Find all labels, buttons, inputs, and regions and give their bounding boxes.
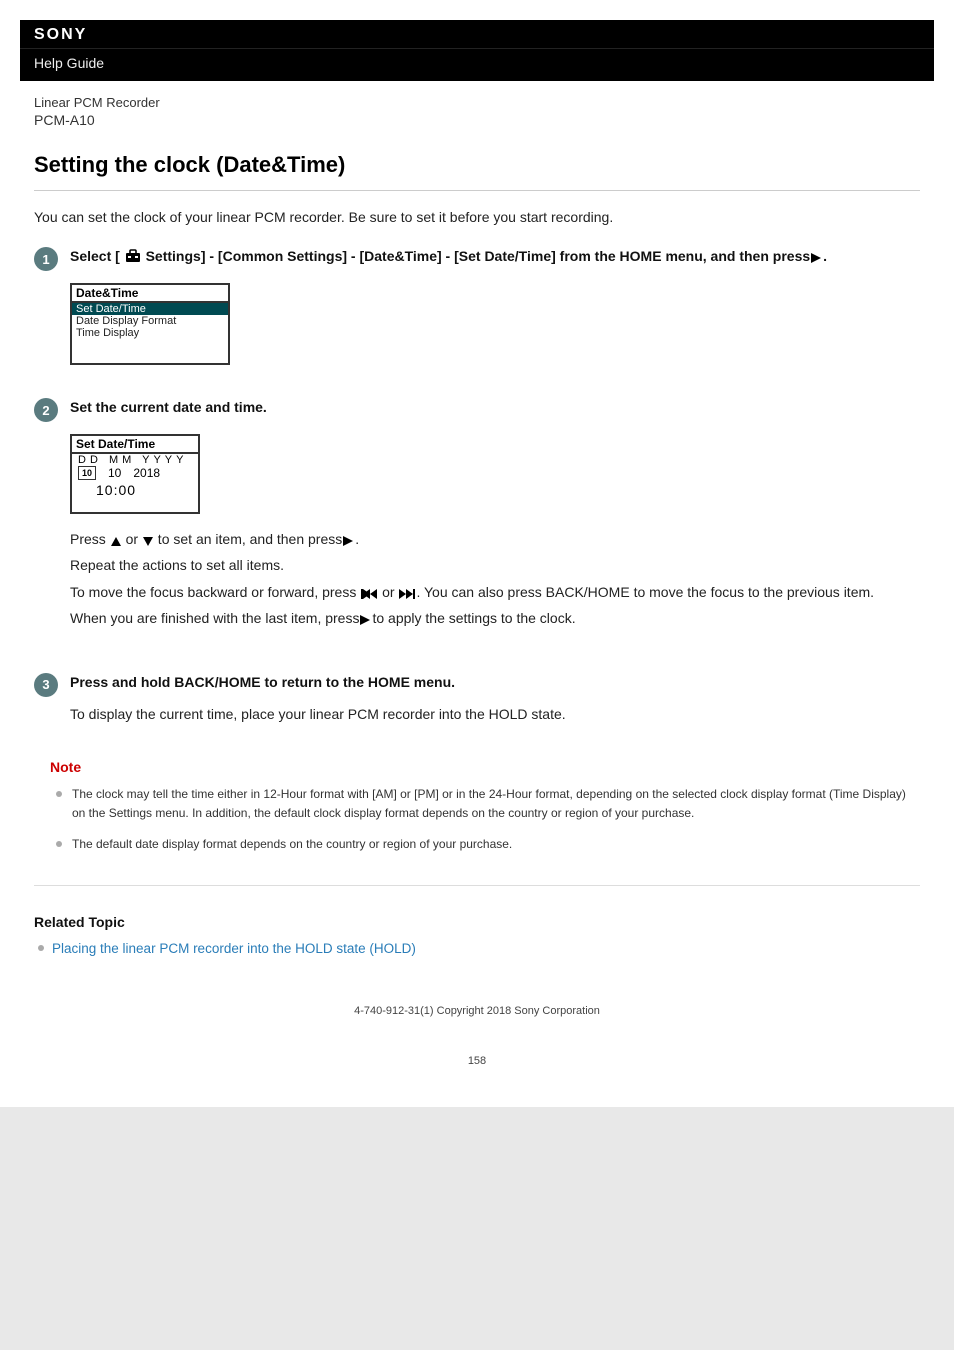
header-bar: SONY Help Guide	[20, 20, 934, 81]
lcd2-labels: DD MM YYYY	[72, 454, 198, 466]
step-2: 2 Set the current date and time. Set Dat…	[34, 397, 920, 634]
lcd2-dd: 10	[78, 466, 96, 480]
lcd-set-date-time: Set Date/Time DD MM YYYY 10 10 2018 10:0…	[70, 434, 200, 514]
step-3-p1: To display the current time, place your …	[70, 703, 920, 725]
step-1-badge: 1	[34, 247, 58, 271]
related-item: Placing the linear PCM recorder into the…	[38, 938, 920, 960]
step-2-badge: 2	[34, 398, 58, 422]
step-3: 3 Press and hold BACK/HOME to return to …	[34, 672, 920, 729]
model-number: PCM-A10	[34, 112, 920, 128]
note-item: The default date display format depends …	[56, 835, 920, 854]
page-number: 158	[0, 1055, 954, 1067]
lcd2-values: 10 10 2018	[72, 466, 198, 480]
triangle-up-icon	[111, 537, 121, 546]
note-item: The clock may tell the time either in 12…	[56, 785, 920, 823]
lcd1-row: Date Display Format	[72, 315, 228, 327]
title-divider	[34, 190, 920, 191]
intro-text: You can set the clock of your linear PCM…	[34, 207, 920, 228]
lcd1-row: Time Display	[72, 327, 228, 339]
related-heading: Related Topic	[34, 914, 920, 930]
lcd2-yyyy: 2018	[133, 466, 160, 480]
lcd2-header: Set Date/Time	[72, 436, 198, 454]
product-line: Linear PCM Recorder	[34, 95, 920, 110]
related-link[interactable]: Placing the linear PCM recorder into the…	[52, 941, 416, 956]
step-3-badge: 3	[34, 673, 58, 697]
step-1-title: Select [ Settings] - [Common Settings] -…	[70, 246, 920, 267]
note-heading: Note	[50, 759, 920, 775]
skip-back-icon	[361, 589, 377, 599]
play-right-icon	[343, 536, 354, 546]
product-block: Linear PCM Recorder PCM-A10	[34, 95, 920, 128]
play-right-icon	[811, 253, 822, 263]
lcd-date-time-menu: Date&Time Set Date/Time Date Display For…	[70, 283, 230, 365]
help-guide-label: Help Guide	[20, 49, 934, 81]
page-title: Setting the clock (Date&Time)	[34, 152, 920, 178]
lcd1-row-selected: Set Date/Time	[72, 303, 228, 315]
step-2-p2: Repeat the actions to set all items.	[70, 554, 920, 576]
copyright: 4-740-912-31(1) Copyright 2018 Sony Corp…	[0, 1005, 954, 1017]
step-2-p1: Press or to set an item, and then press.	[70, 528, 920, 550]
step-2-title: Set the current date and time.	[70, 397, 920, 418]
related-block: Related Topic Placing the linear PCM rec…	[34, 914, 920, 960]
note-block: Note The clock may tell the time either …	[50, 759, 920, 855]
step-2-p4: When you are finished with the last item…	[70, 607, 920, 629]
play-right-icon	[360, 615, 371, 625]
settings-toolbox-icon	[125, 249, 141, 263]
note-divider	[34, 885, 920, 886]
lcd2-mm: 10	[108, 466, 121, 480]
step-3-title: Press and hold BACK/HOME to return to th…	[70, 672, 920, 693]
step-2-p3: To move the focus backward or forward, p…	[70, 581, 920, 603]
skip-forward-icon	[399, 589, 415, 599]
brand-logo: SONY	[34, 26, 87, 43]
lcd1-header: Date&Time	[72, 285, 228, 303]
triangle-down-icon	[143, 537, 153, 546]
step-1: 1 Select [ Settings] - [Common Settings]…	[34, 246, 920, 389]
lcd2-time: 10:00	[72, 480, 198, 512]
